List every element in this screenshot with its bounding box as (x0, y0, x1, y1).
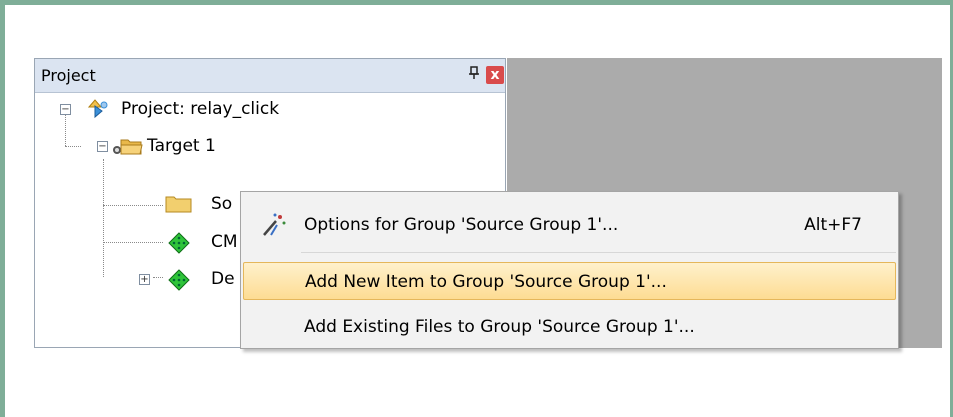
menu-item-options-for-group[interactable]: Options for Group 'Source Group 1'... Al… (243, 206, 896, 244)
menu-item-label: Options for Group 'Source Group 1'... (304, 215, 619, 235)
green-diamond-icon (168, 269, 190, 299)
collapse-icon[interactable]: − (97, 141, 108, 152)
tree-node-label: Project: relay_click (121, 99, 280, 119)
menu-item-shortcut: Alt+F7 (804, 215, 862, 235)
menu-item-add-new-item[interactable]: Add New Item to Group 'Source Group 1'..… (243, 262, 896, 300)
tree-connector (103, 159, 104, 277)
tree-connector (65, 113, 66, 146)
close-icon[interactable]: x (486, 66, 504, 84)
tree-node-label: Target 1 (147, 136, 216, 156)
folder-icon (165, 194, 193, 222)
tree-connector (103, 242, 163, 243)
menu-item-label: Add New Item to Group 'Source Group 1'..… (305, 272, 667, 292)
panel-titlebar: Project x (35, 59, 505, 93)
expand-icon[interactable]: + (139, 274, 150, 285)
menu-item-add-existing-files[interactable]: Add Existing Files to Group 'Source Grou… (243, 308, 896, 346)
project-icon (85, 97, 111, 129)
menu-item-label: Add Existing Files to Group 'Source Grou… (304, 317, 695, 337)
options-wand-icon (261, 212, 287, 243)
pin-icon[interactable] (468, 66, 480, 84)
tree-node-label: So (211, 194, 233, 214)
target-folder-icon (111, 135, 143, 165)
collapse-icon[interactable]: − (60, 104, 71, 115)
tree-connector (103, 205, 163, 206)
tree-connector (65, 146, 81, 147)
panel-title: Project (41, 66, 96, 85)
tree-node-label: De (211, 269, 235, 289)
green-diamond-icon (168, 232, 190, 262)
context-menu: Options for Group 'Source Group 1'... Al… (240, 191, 899, 349)
menu-separator (301, 252, 896, 253)
tree-node-label: CM (211, 232, 238, 252)
tree-connector (153, 277, 163, 278)
